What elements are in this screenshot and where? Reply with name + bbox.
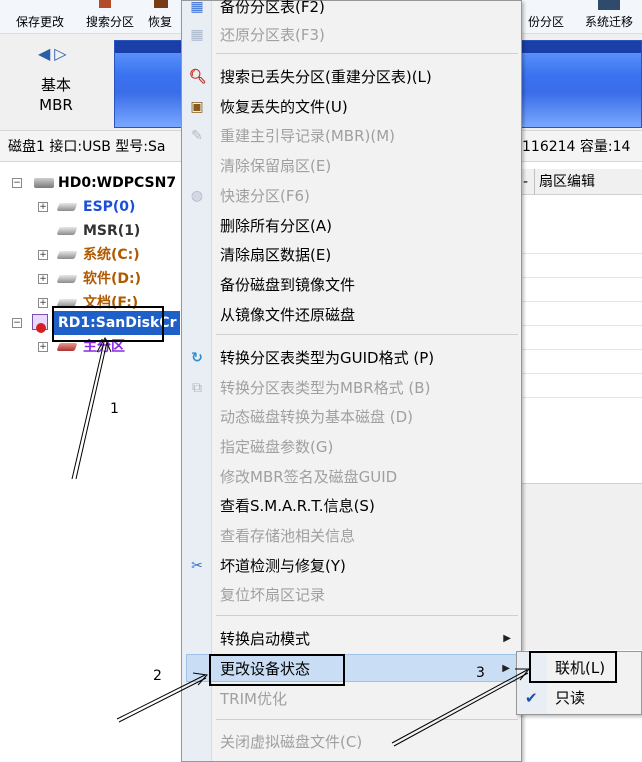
annotation-arrows (71, 336, 531, 747)
